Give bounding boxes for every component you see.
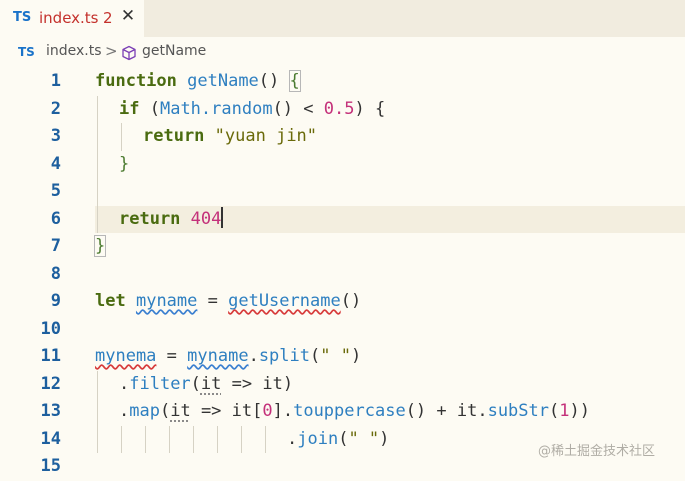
code-text: .map(it => it[0].touppercase() + it.subS…	[119, 401, 590, 421]
indent-guide	[97, 370, 98, 398]
code-text: mynema = myname.split(" ")	[95, 346, 362, 366]
code-text: return 404	[119, 206, 224, 229]
indent-guide	[97, 95, 98, 123]
watermark: @稀土掘金技术社区	[538, 444, 656, 459]
line-number: 10	[40, 318, 61, 339]
indent-guide	[97, 178, 98, 206]
code-line-9: 9 let myname = getUsername()	[0, 288, 685, 316]
code-text: if (Math.random() < 0.5) {	[119, 98, 386, 119]
tab-filename: index.ts	[39, 9, 99, 27]
code-text: .join(" ")	[287, 428, 390, 449]
line-number: 3	[50, 126, 61, 146]
indent-guide	[97, 425, 98, 453]
line-number: 13	[40, 401, 61, 421]
indent-guide	[121, 123, 122, 151]
code-line-1: 1 function getName() {	[0, 68, 685, 96]
typescript-file-icon: TS	[18, 45, 35, 59]
code-line-12: 12 .filter(it => it)	[0, 370, 685, 398]
indent-guide	[265, 425, 266, 453]
indent-guide	[97, 398, 98, 426]
line-number: 12	[40, 373, 61, 394]
code-text: return "yuan jin"	[143, 126, 318, 146]
chevron-right-icon: >	[105, 42, 118, 60]
indent-guide	[97, 150, 98, 178]
line-number: 1	[50, 71, 61, 91]
indent-guide	[145, 425, 146, 453]
code-line-2: 2 if (Math.random() < 0.5) {	[0, 95, 685, 123]
indent-guide	[241, 425, 242, 453]
breadcrumb-symbol[interactable]: getName	[142, 43, 206, 59]
code-line-6: 6 return 404	[0, 205, 685, 233]
line-number: 7	[50, 236, 61, 256]
code-editor[interactable]: 1 function getName() { 2 if (Math.random…	[0, 68, 685, 476]
indent-guide	[193, 425, 194, 453]
problems-count-badge: 2	[103, 9, 113, 27]
code-text: let myname = getUsername()	[95, 291, 362, 311]
breadcrumb: TS index.ts > getName	[0, 37, 685, 68]
code-line-7: 7 }	[0, 233, 685, 261]
indent-guide	[217, 425, 218, 453]
close-icon[interactable]: ✕	[119, 6, 137, 26]
code-text: }	[93, 235, 107, 257]
line-number: 11	[40, 346, 61, 366]
line-number: 15	[40, 456, 61, 476]
tab-index-ts[interactable]: TS index.ts 2 ✕	[0, 0, 144, 37]
code-line-4: 4 }	[0, 150, 685, 178]
code-text: function getName() {	[95, 70, 301, 92]
line-number: 5	[50, 181, 61, 201]
code-line-5: 5	[0, 178, 685, 206]
indent-guide	[97, 205, 98, 233]
indent-guide	[97, 123, 98, 151]
breadcrumb-file[interactable]: index.ts	[46, 43, 102, 59]
typescript-file-icon: TS	[13, 10, 32, 25]
code-text: }	[119, 153, 130, 174]
line-number: 9	[50, 291, 61, 311]
line-number: 14	[40, 428, 61, 449]
line-number: 4	[50, 153, 61, 174]
line-number: 6	[50, 208, 61, 229]
code-line-10: 10	[0, 316, 685, 344]
line-number: 2	[50, 98, 61, 119]
code-line-13: 13 .map(it => it[0].touppercase() + it.s…	[0, 398, 685, 426]
code-line-8: 8	[0, 261, 685, 289]
code-line-3: 3 return "yuan jin"	[0, 123, 685, 151]
line-number: 8	[50, 263, 61, 284]
indent-guide	[169, 425, 170, 453]
indent-guide	[121, 425, 122, 453]
code-line-11: 11 mynema = myname.split(" ")	[0, 343, 685, 371]
tab-bar: TS index.ts 2 ✕	[0, 0, 685, 37]
cube-icon	[121, 45, 137, 65]
text-cursor	[221, 206, 224, 228]
code-text: .filter(it => it)	[119, 373, 294, 394]
